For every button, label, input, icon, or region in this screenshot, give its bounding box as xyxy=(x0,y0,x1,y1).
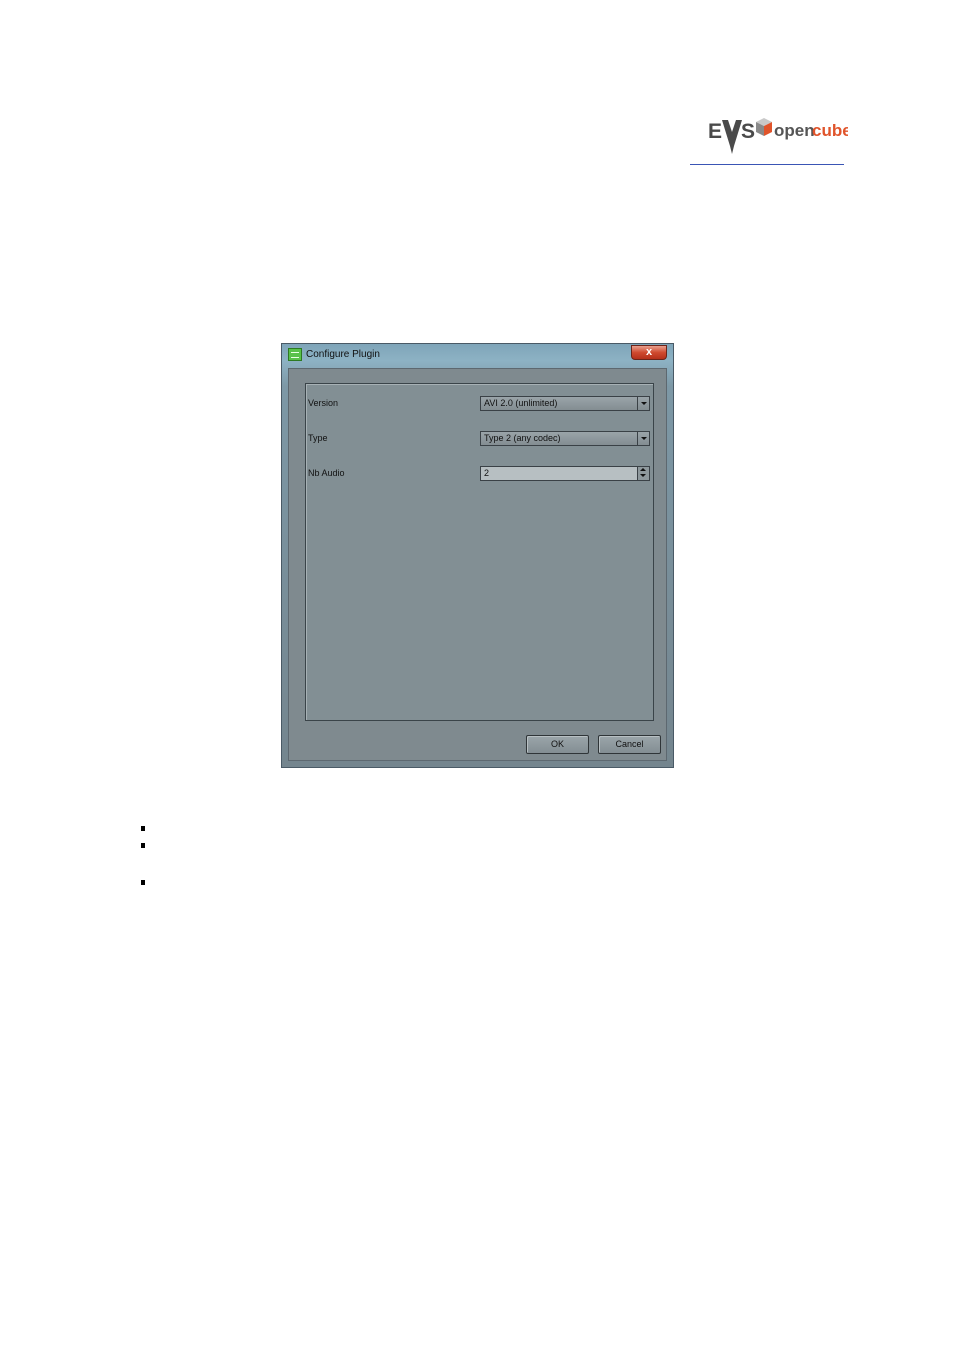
bullet-marker xyxy=(141,826,145,831)
dialog-client-area: Version AVI 2.0 (unlimited) Type Type 2 … xyxy=(288,368,667,761)
opencube-wordmark: open cube xyxy=(774,121,848,140)
header-rule xyxy=(690,164,844,165)
type-value: Type 2 (any codec) xyxy=(484,433,561,443)
evs-opencube-logo: E S open cube xyxy=(708,118,848,154)
stepper-arrows[interactable] xyxy=(637,467,649,480)
cancel-button[interactable]: Cancel xyxy=(598,735,661,754)
dialog-titlebar[interactable]: Configure Plugin x xyxy=(282,344,673,368)
close-icon: x xyxy=(645,346,653,358)
svg-text:cube: cube xyxy=(812,121,848,140)
evs-logo-mark: E S xyxy=(708,120,755,154)
settings-group: Version AVI 2.0 (unlimited) Type Type 2 … xyxy=(305,383,654,721)
version-combo[interactable]: AVI 2.0 (unlimited) xyxy=(480,396,650,411)
version-value: AVI 2.0 (unlimited) xyxy=(484,398,558,408)
chevron-down-icon[interactable] xyxy=(637,432,649,445)
close-button[interactable]: x xyxy=(631,345,667,360)
type-label: Type xyxy=(308,433,328,443)
stepper-down-icon[interactable] xyxy=(640,474,646,477)
nb-audio-label: Nb Audio xyxy=(308,468,345,478)
nb-audio-value: 2 xyxy=(484,468,490,478)
opencube-cube-icon xyxy=(756,118,772,136)
app-icon xyxy=(288,348,302,361)
dialog-title: Configure Plugin xyxy=(306,349,380,360)
stepper-up-icon[interactable] xyxy=(640,468,646,471)
bullet-marker xyxy=(141,880,145,885)
configure-plugin-dialog: Configure Plugin x Version AVI 2.0 (unli… xyxy=(281,343,674,768)
ok-button[interactable]: OK xyxy=(526,735,589,754)
svg-text:S: S xyxy=(741,120,755,143)
svg-text:open: open xyxy=(774,121,815,140)
nb-audio-stepper[interactable]: 2 xyxy=(480,466,650,481)
type-combo[interactable]: Type 2 (any codec) xyxy=(480,431,650,446)
bullet-marker xyxy=(141,843,145,848)
svg-text:E: E xyxy=(708,120,722,143)
chevron-down-icon[interactable] xyxy=(637,397,649,410)
version-label: Version xyxy=(308,398,339,408)
